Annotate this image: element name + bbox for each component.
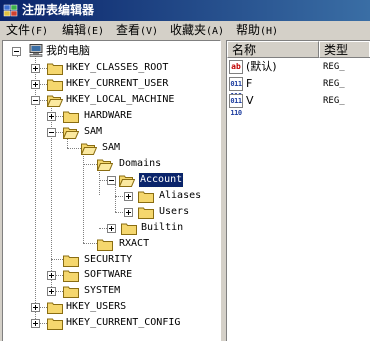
window-title: 注册表编辑器 <box>22 3 95 17</box>
tree-line <box>99 168 100 195</box>
tree-node-rxact[interactable]: RXACT <box>119 237 149 251</box>
collapse-toggle[interactable] <box>31 96 40 105</box>
tree-node-hkey-current-config[interactable]: HKEY_CURRENT_CONFIG <box>66 316 180 330</box>
binary-value-icon: 011 110 <box>229 94 243 117</box>
open-folder-icon <box>119 175 135 187</box>
tree-node-hkey-current-user[interactable]: HKEY_CURRENT_USER <box>66 77 168 91</box>
collapse-toggle[interactable] <box>47 128 56 137</box>
expand-toggle[interactable] <box>31 80 40 89</box>
tree-node-builtin[interactable]: Builtin <box>141 221 183 235</box>
open-folder-icon <box>63 127 79 139</box>
expand-toggle[interactable] <box>124 208 133 217</box>
menu-file-key: (F) <box>30 26 49 37</box>
menu-view[interactable]: 查看(V) <box>116 23 158 38</box>
title-bar[interactable]: 注册表编辑器 <box>0 0 370 21</box>
tree-node-hkey-local-machine[interactable]: HKEY_LOCAL_MACHINE <box>66 93 174 107</box>
column-header-name[interactable]: 名称 <box>227 41 319 58</box>
menu-favorites[interactable]: 收藏夹(A) <box>170 23 224 38</box>
tree-node-users[interactable]: Users <box>159 205 189 219</box>
registry-editor-icon <box>3 4 18 17</box>
menu-edit[interactable]: 编辑(E) <box>62 23 104 38</box>
value-name: (默认) <box>246 60 277 73</box>
menu-help[interactable]: 帮助(H) <box>236 23 278 38</box>
menu-file[interactable]: 文件(F) <box>6 23 48 38</box>
tree-node-aliases[interactable]: Aliases <box>159 189 201 203</box>
folder-icon <box>47 302 63 314</box>
tree-node-hkey-classes-root[interactable]: HKEY_CLASSES_ROOT <box>66 61 168 75</box>
menu-favorites-label: 收藏夹 <box>170 23 207 37</box>
collapse-toggle[interactable] <box>107 176 116 185</box>
tree-node-system[interactable]: SYSTEM <box>84 284 120 298</box>
folder-icon <box>63 111 79 123</box>
folder-icon <box>47 63 63 75</box>
computer-icon <box>29 44 43 57</box>
expand-toggle[interactable] <box>47 271 56 280</box>
folder-icon <box>47 79 63 91</box>
list-item[interactable]: 011 110 F REG_ <box>227 76 369 100</box>
menu-edit-key: (E) <box>86 26 105 37</box>
expand-toggle[interactable] <box>47 287 56 296</box>
value-name: V <box>246 94 254 107</box>
expand-toggle[interactable] <box>124 192 133 201</box>
open-folder-icon <box>47 95 63 107</box>
folder-icon <box>121 223 137 235</box>
key-tree-pane[interactable]: 我的电脑 HKEY_CLASSES_ROOT HKEY_CURRENT_USER… <box>2 40 221 341</box>
tree-node-software[interactable]: SOFTWARE <box>84 268 132 282</box>
folder-icon <box>97 239 113 251</box>
value-type: REG_ <box>323 62 345 72</box>
list-item[interactable]: 011 110 V REG_ <box>227 93 369 117</box>
expand-toggle[interactable] <box>47 112 56 121</box>
value-list-pane[interactable]: 名称 类型 ab (默认) REG_ 011 110 F REG_ 011 11… <box>226 40 370 341</box>
expand-toggle[interactable] <box>31 303 40 312</box>
tree-node-sam-child[interactable]: SAM <box>102 141 120 155</box>
list-header: 名称 类型 <box>227 41 370 58</box>
folder-icon <box>138 191 154 203</box>
tree-line <box>115 184 116 212</box>
tree-line <box>83 152 84 243</box>
menu-help-key: (H) <box>260 26 279 37</box>
tree-node-sam[interactable]: SAM <box>84 125 102 139</box>
folder-icon <box>63 270 79 282</box>
menu-bar: 文件(F) 编辑(E) 查看(V) 收藏夹(A) 帮助(H) <box>0 21 370 40</box>
tree-node-domains[interactable]: Domains <box>119 157 161 171</box>
menu-view-key: (V) <box>140 26 159 37</box>
value-name: F <box>246 77 253 90</box>
folder-icon <box>63 286 79 298</box>
binary-value-icon: 011 110 <box>229 77 243 100</box>
tree-node-hardware[interactable]: HARDWARE <box>84 109 132 123</box>
value-type: REG_ <box>323 79 345 89</box>
collapse-toggle[interactable] <box>12 47 21 56</box>
expand-toggle[interactable] <box>31 64 40 73</box>
folder-icon <box>63 255 79 267</box>
tree-node-hkey-users[interactable]: HKEY_USERS <box>66 300 126 314</box>
registry-editor-window: 注册表编辑器 文件(F) 编辑(E) 查看(V) 收藏夹(A) 帮助(H) 我的… <box>0 0 370 341</box>
list-item[interactable]: ab (默认) REG_ <box>227 59 369 75</box>
folder-icon <box>47 318 63 330</box>
folder-icon <box>138 207 154 219</box>
string-value-icon: ab <box>229 60 243 74</box>
expand-toggle[interactable] <box>107 224 116 233</box>
tree-root-label[interactable]: 我的电脑 <box>46 44 90 58</box>
tree-node-account[interactable]: Account <box>137 172 185 188</box>
expand-toggle[interactable] <box>31 319 40 328</box>
tree-node-security[interactable]: SECURITY <box>84 253 132 267</box>
menu-file-label: 文件 <box>6 23 31 37</box>
open-folder-icon <box>81 143 97 155</box>
column-header-type[interactable]: 类型 <box>319 41 370 58</box>
menu-view-label: 查看 <box>116 23 141 37</box>
open-folder-icon <box>97 159 113 171</box>
menu-edit-label: 编辑 <box>62 23 87 37</box>
menu-favorites-key: (A) <box>206 26 225 37</box>
menu-help-label: 帮助 <box>236 23 261 37</box>
value-type: REG_ <box>323 96 345 106</box>
